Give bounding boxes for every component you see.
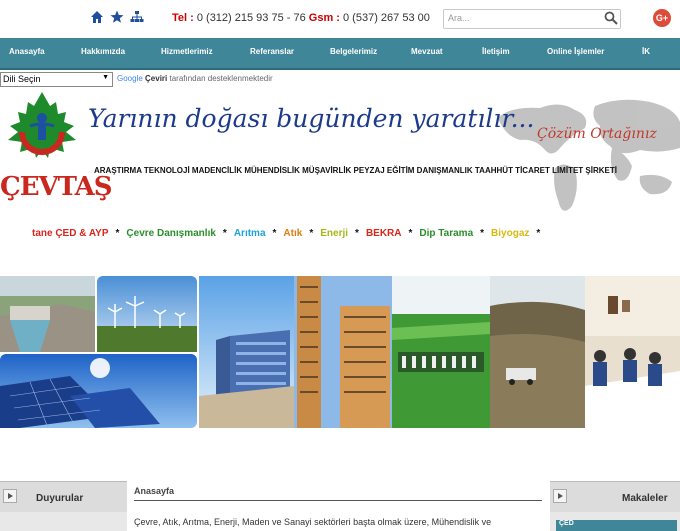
services-ticker: tane ÇED & AYP * Çevre Danışmanlık * Arıtma *… — [32, 228, 547, 239]
nav-hizmetlerimiz[interactable]: Hizmetlerimiz — [161, 47, 213, 56]
cevtas-logo — [8, 92, 76, 158]
top-bar: Tel : 0 (312) 215 93 75 - 76 Gsm : 0 (53… — [0, 0, 680, 38]
service-separator: * — [355, 228, 359, 239]
gsm-value: 0 (537) 267 53 00 — [339, 12, 430, 24]
mining-site-photo — [490, 276, 585, 428]
main-nav: Anasayfa Hakkımızda Hizmetlerimiz Refera… — [0, 38, 680, 70]
service-separator: * — [408, 228, 413, 239]
service-separator: * — [222, 228, 227, 239]
service-separator: * — [309, 228, 314, 239]
service-item[interactable]: Biyogaz — [491, 228, 529, 239]
photo-collage — [0, 276, 680, 429]
apartment-photo — [294, 276, 392, 428]
field-photo — [392, 276, 490, 428]
play-icon[interactable] — [553, 489, 567, 503]
service-separator: * — [272, 228, 277, 239]
building-photo — [199, 276, 294, 428]
service-item[interactable]: Atık — [283, 228, 302, 239]
service-separator: * — [480, 228, 485, 239]
language-select-value: Dili Seçin — [3, 74, 41, 84]
star-icon[interactable] — [110, 10, 124, 24]
search-icon[interactable] — [604, 11, 618, 30]
translate-bar: Dili Seçin ▼ Google Çeviri tarafından de… — [0, 72, 680, 88]
solar-panel-photo — [0, 354, 197, 429]
nav-anasayfa[interactable]: Anasayfa — [9, 47, 45, 56]
service-item[interactable]: Çevre Danışmanlık — [126, 228, 216, 239]
banner-sectors: ARAŞTIRMA TEKNOLOJİ MADENCİLİK MÜHENDİSL… — [94, 166, 617, 175]
sitemap-icon[interactable] — [130, 10, 144, 24]
service-separator: * — [115, 228, 120, 239]
gsm-label: Gsm : — [308, 12, 340, 24]
top-icons — [90, 10, 144, 24]
logo-text[interactable]: ÇEVTAŞ — [0, 172, 113, 202]
search-placeholder: Ara... — [448, 13, 470, 23]
nav-iletisim[interactable]: İletişim — [482, 47, 510, 56]
banner-cozum: Çözüm Ortağınız — [537, 126, 657, 142]
google-translate-credit: Google Çeviri tarafından desteklenmekted… — [117, 74, 273, 83]
play-icon[interactable] — [3, 489, 17, 503]
duyurular-header[interactable]: Duyurular — [0, 481, 127, 512]
makaleler-title: Makaleler — [622, 493, 668, 504]
language-select[interactable]: Dili Seçin ▼ — [0, 72, 113, 87]
training-photo — [585, 276, 680, 428]
title-divider — [134, 500, 542, 501]
nav-belgelerimiz[interactable]: Belgelerimiz — [330, 47, 377, 56]
page-title: Anasayfa — [134, 486, 175, 496]
contact-phones: Tel : 0 (312) 215 93 75 - 76 Gsm : 0 (53… — [172, 12, 430, 24]
duyurular-title: Duyurular — [36, 493, 84, 504]
duyurular-panel: Duyurular — [0, 481, 127, 531]
service-item[interactable]: BEKRA — [366, 228, 402, 239]
makaleler-header[interactable]: Makaleler — [550, 481, 680, 512]
nav-hakkimizda[interactable]: Hakkımızda — [81, 47, 125, 56]
service-item[interactable]: Enerji — [320, 228, 348, 239]
banner-slogan: Yarının doğası bugünden yaratılır... — [88, 104, 535, 133]
nav-ik[interactable]: İK — [642, 47, 650, 56]
dam-photo — [0, 276, 95, 352]
nav-mevzuat[interactable]: Mevzuat — [411, 47, 443, 56]
google-plus-icon[interactable]: G+ — [653, 9, 671, 27]
google-logo[interactable]: Google — [117, 74, 143, 83]
intro-text: Çevre, Atık, Arıtma, Enerji, Maden ve Sa… — [134, 517, 492, 527]
chevron-down-icon: ▼ — [102, 74, 109, 81]
service-separator: * — [536, 228, 541, 239]
service-item[interactable]: Arıtma — [234, 228, 266, 239]
service-item[interactable]: tane ÇED & AYP — [32, 228, 109, 239]
wind-turbine-photo — [97, 276, 197, 352]
search-input[interactable]: Ara... — [443, 9, 621, 29]
home-icon[interactable] — [90, 10, 104, 24]
translate-suffix: tarafından desteklenmektedir — [167, 74, 273, 83]
service-item[interactable]: Dip Tarama — [419, 228, 473, 239]
nav-online-islemler[interactable]: Online İşlemler — [547, 47, 604, 56]
tel-label: Tel : — [172, 12, 194, 24]
ceviri-link[interactable]: Çeviri — [145, 74, 167, 83]
nav-referanslar[interactable]: Referanslar — [250, 47, 294, 56]
tel-value: 0 (312) 215 93 75 - 76 — [193, 12, 309, 24]
makaleler-item-ced[interactable]: ÇED — [556, 520, 677, 531]
